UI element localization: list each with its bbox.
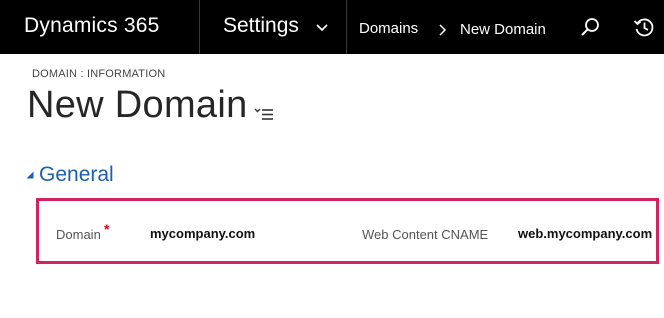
app-brand[interactable]: Dynamics 365 [0, 0, 200, 54]
required-marker: * [104, 221, 110, 237]
page-title: New Domain [27, 84, 248, 126]
chevron-down-icon [316, 24, 328, 32]
form-type-label: DOMAIN : INFORMATION [32, 68, 166, 80]
area-menu-button[interactable]: Settings [201, 0, 347, 54]
section-title-general[interactable]: General [39, 163, 114, 187]
triangle-expanded-icon[interactable] [25, 170, 35, 180]
web-content-cname-field[interactable]: web.mycompany.com [518, 226, 652, 241]
recent-records-button[interactable] [631, 14, 657, 40]
domain-field-label: Domain [56, 227, 101, 242]
web-content-cname-label: Web Content CNAME [362, 227, 489, 242]
breadcrumb-new-domain[interactable]: New Domain [460, 21, 546, 38]
search-icon [581, 18, 599, 36]
app-title[interactable]: Dynamics 365 [24, 14, 159, 38]
search-button[interactable] [577, 14, 603, 40]
top-navigation-bar: Dynamics 365 Settings Domains New Domain [0, 0, 664, 54]
area-label: Settings [223, 14, 299, 37]
list-menu-icon[interactable] [254, 107, 274, 121]
history-icon [633, 18, 654, 37]
chevron-right-icon [439, 24, 447, 36]
domain-field[interactable]: mycompany.com [150, 226, 255, 241]
breadcrumb-domains[interactable]: Domains [359, 20, 418, 37]
